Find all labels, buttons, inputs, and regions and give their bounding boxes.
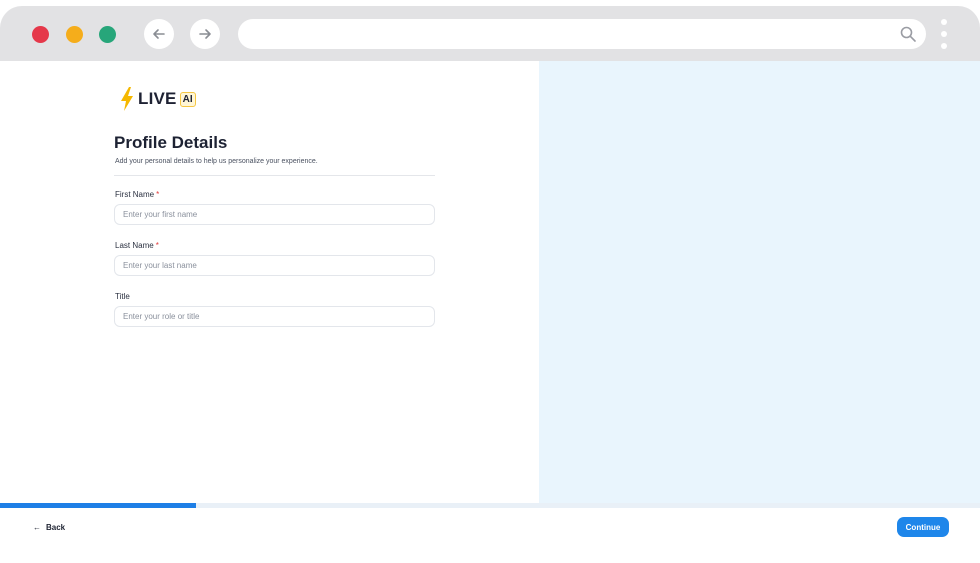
back-arrow-icon bbox=[153, 29, 165, 39]
title-label: Title bbox=[115, 292, 130, 301]
search-icon[interactable] bbox=[899, 25, 917, 43]
minimize-window-button[interactable] bbox=[66, 26, 83, 43]
last-name-input[interactable] bbox=[114, 255, 435, 276]
maximize-window-button[interactable] bbox=[99, 26, 116, 43]
browser-toolbar bbox=[0, 6, 980, 61]
divider bbox=[114, 175, 435, 176]
footer-bar: ← Back Continue bbox=[0, 508, 980, 559]
browser-window: LIVE AI Profile Details Add your persona… bbox=[0, 6, 980, 559]
title-input[interactable] bbox=[114, 306, 435, 327]
forward-arrow-icon bbox=[199, 29, 211, 39]
brand-logo: LIVE AI bbox=[119, 85, 196, 113]
back-arrow-icon: ← bbox=[33, 523, 41, 532]
page-subtitle: Add your personal details to help us per… bbox=[115, 158, 318, 165]
back-button-label: Back bbox=[46, 523, 66, 532]
browser-back-button[interactable] bbox=[144, 19, 174, 49]
close-window-button[interactable] bbox=[32, 26, 49, 43]
kebab-dot bbox=[941, 19, 947, 25]
more-vertical-icon[interactable] bbox=[940, 19, 948, 51]
back-button[interactable]: ← Back bbox=[33, 523, 65, 532]
page-content: LIVE AI Profile Details Add your persona… bbox=[0, 61, 980, 503]
browser-forward-button[interactable] bbox=[190, 19, 220, 49]
title-label-text: Title bbox=[115, 292, 130, 301]
page-title: Profile Details bbox=[114, 133, 228, 152]
continue-button[interactable]: Continue bbox=[897, 517, 949, 537]
address-bar[interactable] bbox=[238, 19, 926, 49]
logo-badge: AI bbox=[179, 91, 196, 107]
kebab-dot bbox=[941, 31, 947, 37]
first-name-label-text: First Name bbox=[115, 190, 155, 199]
lightning-bolt-icon bbox=[121, 87, 133, 111]
form-panel: LIVE AI Profile Details Add your persona… bbox=[0, 61, 539, 503]
first-name-label: First Name * bbox=[115, 190, 159, 199]
kebab-dot bbox=[941, 43, 947, 49]
first-name-input[interactable] bbox=[114, 204, 435, 225]
required-mark: * bbox=[155, 241, 159, 250]
required-mark: * bbox=[156, 190, 160, 199]
illustration-panel bbox=[539, 61, 980, 503]
last-name-label-text: Last Name bbox=[115, 241, 154, 250]
last-name-label: Last Name * bbox=[115, 241, 159, 250]
logo-wordmark: LIVE bbox=[138, 89, 177, 108]
